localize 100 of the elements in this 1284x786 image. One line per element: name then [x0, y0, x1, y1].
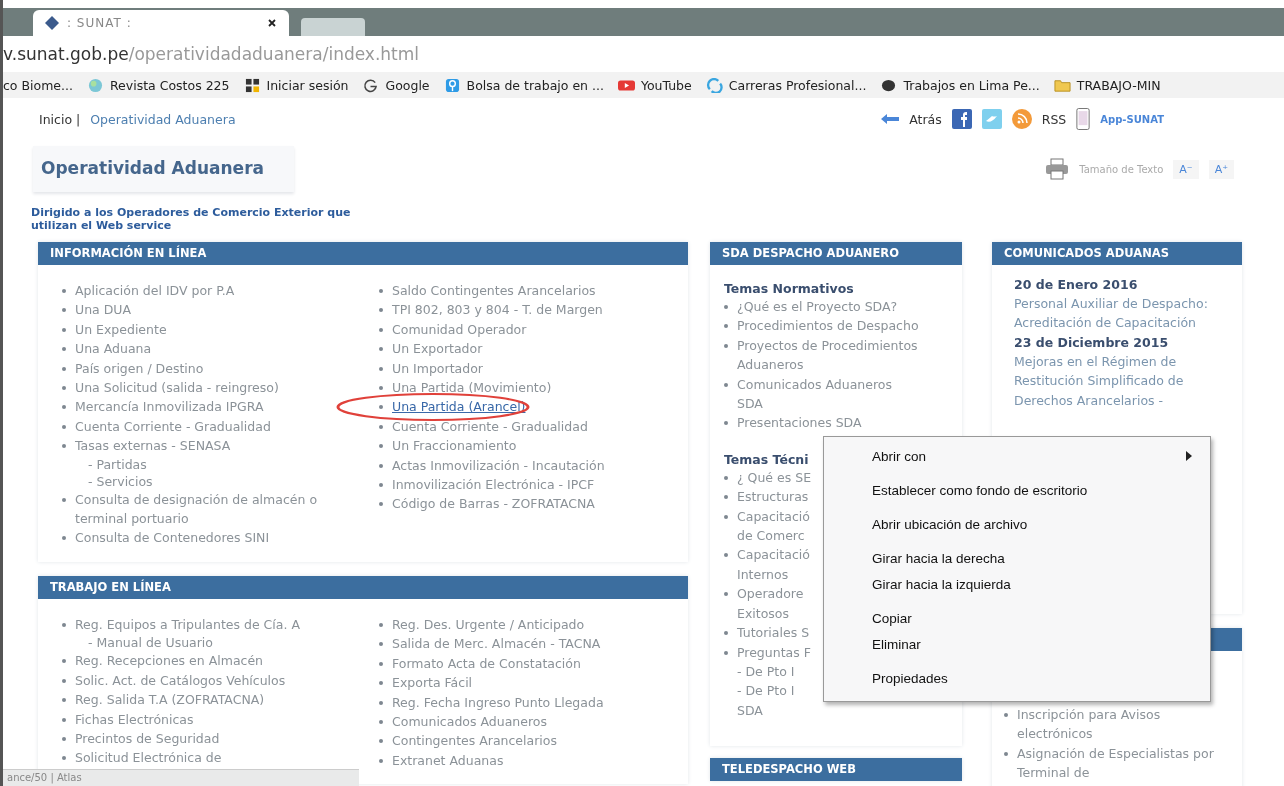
bookmark[interactable]: YouTube [617, 77, 692, 93]
list-link[interactable]: Una Partida (Movimiento) [392, 378, 552, 398]
bookmark[interactable]: Revista Costos 225 [87, 77, 230, 93]
list-link[interactable]: Comunicados Aduaneros [737, 374, 892, 395]
facebook-icon[interactable] [951, 109, 972, 129]
list-link[interactable]: Salida de Merc. Almacén - TACNA [392, 634, 601, 654]
list-link[interactable]: Tutoriales S [737, 623, 810, 643]
list-link[interactable]: Precintos de Seguridad [75, 728, 220, 749]
printer-icon[interactable] [1045, 158, 1070, 180]
menu-item[interactable]: Establecer como fondo de escritorio [824, 477, 1210, 503]
list-link[interactable]: Estructuras [737, 487, 809, 507]
list-link[interactable]: Procedimientos de Despacho [737, 316, 919, 336]
list-link[interactable]: Una DUA [75, 300, 132, 320]
list-link[interactable]: Inmovilización Electrónica - IPCF [392, 475, 595, 495]
list-link[interactable]: Capacitació [737, 545, 810, 565]
list-link[interactable]: Fichas Electrónicas [75, 709, 194, 729]
breadcrumb-link[interactable]: Operatividad Aduanera [90, 111, 236, 127]
address-bar[interactable]: v.sunat.gob.pe/operatividadaduanera/index.html [3, 36, 1284, 72]
text-size-button[interactable]: A⁺ [1208, 159, 1234, 179]
news-link[interactable]: Mejoras en el Régimen de Restitución Simplificado de Derechos Arancelarios - [1014, 351, 1232, 411]
list-link[interactable]: Una Aduana [75, 339, 152, 359]
menu-item[interactable]: Girar hacia la izquierda [824, 571, 1210, 597]
menu-item[interactable]: Abrir con [824, 443, 1210, 469]
bullet-icon [379, 622, 383, 627]
list-link[interactable]: Presentaciones SDA [737, 413, 862, 433]
bullet-icon [1004, 751, 1008, 756]
list-link[interactable]: Proyectos de Procedimientos [737, 335, 918, 356]
list-link[interactable]: Cuenta Corriente - Gradualidad [392, 416, 588, 437]
list-link[interactable]: Un Exportador [392, 339, 483, 359]
list-link[interactable]: Reg. Equipos a Tripulantes de Cía. A [75, 614, 300, 635]
list-link[interactable]: Inscripción para Avisos electrónicos [1017, 705, 1236, 744]
bookmark[interactable]: Google [362, 77, 430, 93]
back-link[interactable]: Atrás [909, 111, 942, 127]
bookmark[interactable]: Trabajos en Lima Pe... [880, 77, 1040, 93]
list-link[interactable]: Solic. Act. de Catálogos Vehículos [75, 670, 286, 691]
bookmark[interactable]: TRABAJO-MIN [1053, 77, 1161, 93]
list-link[interactable]: Consulta de designación de almacén o terminal portuario [75, 489, 371, 529]
app-link[interactable]: App-SUNAT [1100, 113, 1164, 125]
rss-icon[interactable] [1011, 109, 1032, 129]
bullet-icon [724, 382, 728, 387]
news-link[interactable]: Personal Auxiliar de Despacho: Acreditación de Capacitación [1014, 294, 1232, 333]
bookmark[interactable]: Carreras Profesional... [705, 77, 867, 93]
list-link[interactable]: Formato Acta de Constatación [392, 653, 581, 674]
menu-item[interactable]: Copiar [824, 605, 1210, 631]
list-link[interactable]: - Manual de Usuario [62, 634, 371, 652]
list-link[interactable]: Preguntas F [737, 642, 811, 662]
bullet-icon [62, 386, 66, 391]
list-link[interactable]: Capacitació [737, 506, 810, 527]
list-link[interactable]: Extranet Aduanas [392, 750, 504, 771]
list-link[interactable]: Reg. Salida T.A (ZOFRATACNA) [75, 690, 265, 710]
list-link[interactable]: Consulta de Contenedores SINI [75, 528, 270, 548]
list-link[interactable]: Saldo Contingentes Arancelarios [392, 281, 596, 301]
list-link[interactable]: Reg. Des. Urgente / Anticipado [392, 614, 585, 635]
list-link[interactable]: Aplicación del IDV por P.A [75, 281, 235, 301]
list-link[interactable]: Reg. Recepciones en Almacén [75, 651, 264, 671]
bullet-icon [62, 717, 66, 722]
list-link[interactable]: Contingentes Arancelarios [392, 731, 557, 751]
bullet-icon [62, 536, 66, 541]
breadcrumb-home[interactable]: Inicio | [39, 111, 81, 127]
list-link[interactable]: ¿Qué es el Proyecto SDA? [737, 297, 898, 317]
list-link[interactable]: Código de Barras - ZOFRATACNA [392, 494, 595, 514]
back-arrow-icon[interactable] [881, 114, 900, 124]
menu-item[interactable]: Eliminar [824, 631, 1210, 657]
list-link[interactable]: Exporta Fácil [392, 673, 473, 693]
bookmark[interactable]: Bolsa de trabajo en ... [443, 77, 604, 93]
list-link[interactable]: Un Expediente [75, 319, 167, 340]
list-link[interactable]: SDA [724, 394, 952, 414]
bullet-icon [724, 631, 728, 636]
rss-link[interactable]: RSS [1041, 111, 1067, 127]
list-link[interactable]: Operadore [737, 584, 804, 604]
list-link[interactable]: Un Fraccionamiento [392, 436, 517, 456]
list-link[interactable]: Asignación de Especialistas por Terminal de [1017, 743, 1236, 783]
list-link[interactable]: - Servicios [62, 472, 371, 490]
globe-icon [87, 77, 104, 93]
menu-item[interactable]: Abrir ubicación de archivo [824, 511, 1210, 537]
list-link[interactable]: País origen / Destino [75, 358, 204, 379]
browser-tab[interactable]: : SUNAT : [33, 10, 289, 36]
list-link[interactable]: Tasas externas - SENASA [75, 436, 231, 456]
list-link[interactable]: Comunicados Aduaneros [392, 711, 547, 732]
menu-item[interactable]: Propiedades [824, 665, 1210, 691]
list-link[interactable]: TPI 802, 803 y 804 - T. de Margen [392, 300, 603, 320]
list-link[interactable]: Mercancía Inmovilizada IPGRA [75, 397, 264, 417]
bullet-icon [379, 642, 383, 647]
menu-item[interactable]: Girar hacia la derecha [824, 545, 1210, 571]
list-link[interactable]: Un Importador [392, 358, 483, 379]
bookmark[interactable]: Iniciar sesión [243, 77, 349, 93]
list-link[interactable]: ¿ Qué es SE [737, 467, 812, 488]
list-link[interactable]: Reg. Fecha Ingreso Punto Llegada [392, 692, 604, 712]
list-link[interactable]: Una Solicitud (salida - reingreso) [75, 378, 279, 398]
close-icon[interactable] [267, 18, 277, 28]
list-link[interactable]: Aduaneros [724, 355, 952, 375]
list-link[interactable]: Actas Inmovilización - Incautación [392, 455, 605, 476]
list-link[interactable]: Cuenta Corriente - Gradualidad [75, 416, 271, 437]
list-link[interactable]: SDA [724, 700, 952, 721]
list-link[interactable]: - Partidas [62, 455, 371, 473]
list-link[interactable]: Comunidad Operador [392, 319, 527, 340]
text-size-button[interactable]: A⁻ [1173, 159, 1199, 179]
list-link[interactable]: Solicitud Electrónica de [75, 748, 222, 768]
phone-icon[interactable] [1076, 107, 1091, 131]
bookmark[interactable]: co Biome... [3, 77, 73, 93]
